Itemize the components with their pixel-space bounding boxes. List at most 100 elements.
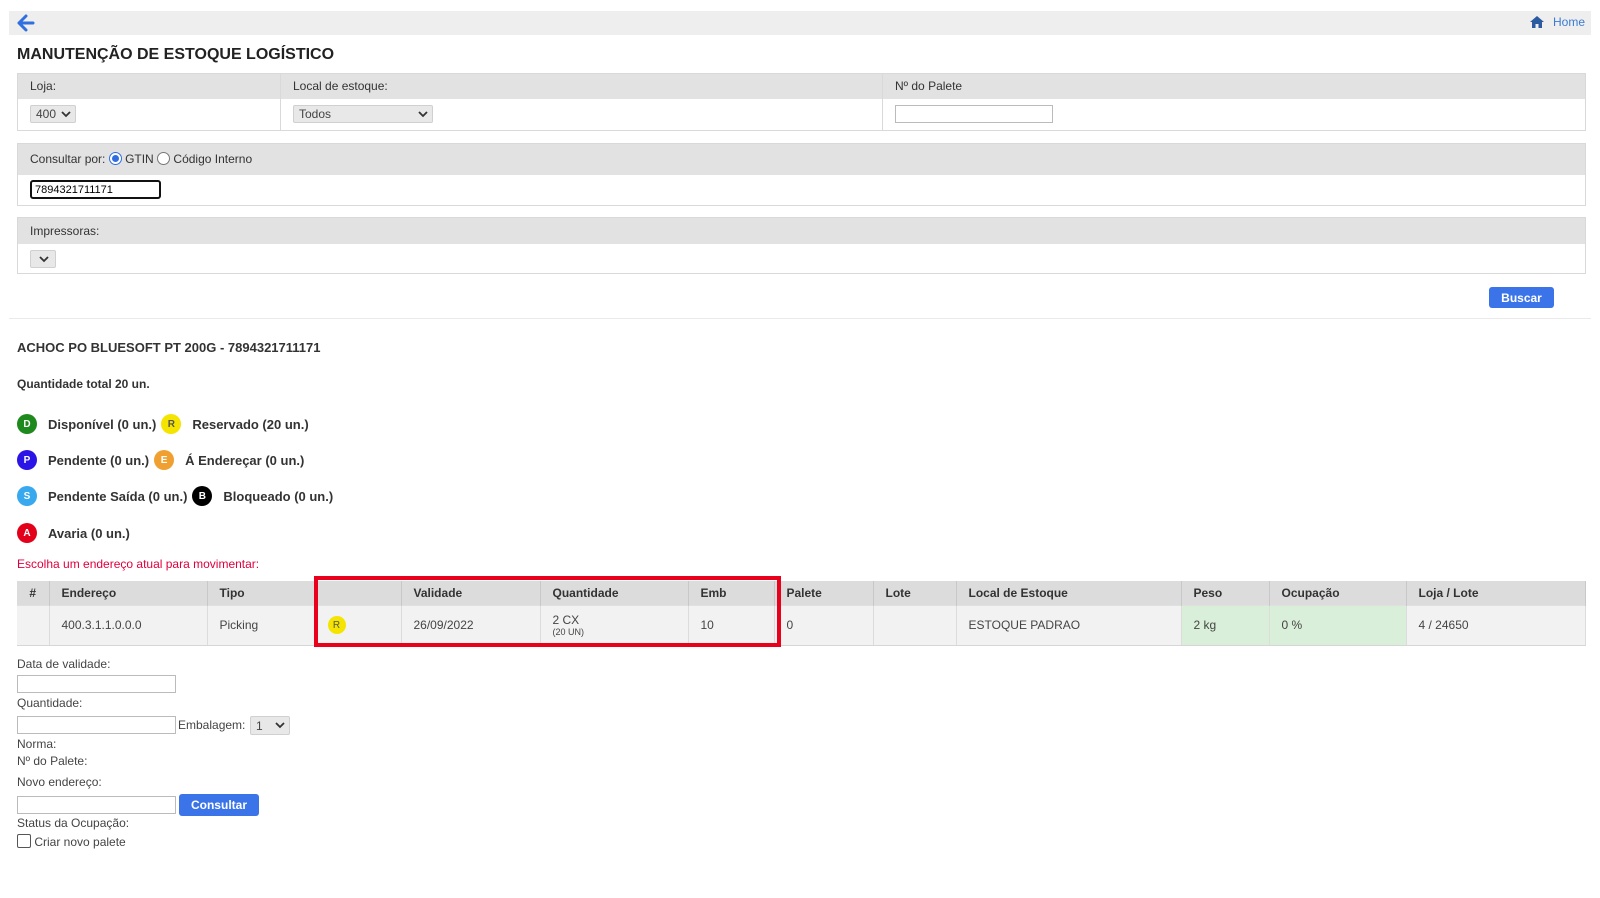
legend-pendente-saida: Pendente Saída (0 un.) [48, 488, 188, 504]
legend-bloqueado: Bloqueado (0 un.) [223, 488, 334, 504]
cell-peso: 2 kg [1181, 604, 1270, 646]
divider [9, 318, 1591, 319]
status-ocupacao-label: Status da Ocupação: [17, 816, 130, 830]
nro-palete-label: Nº do Palete: [17, 754, 88, 768]
criar-palete-row: Criar novo palete [17, 834, 126, 849]
consultar-button[interactable]: Consultar [179, 794, 259, 816]
col-header-ocupacao: Ocupação [1269, 581, 1407, 605]
novo-endereco-input[interactable] [17, 796, 176, 814]
data-validade-label: Data de validade: [17, 657, 111, 671]
stock-table: # Endereço Tipo Validade Quantidade Emb … [17, 581, 1586, 646]
norma-label: Norma: [17, 737, 57, 751]
legend-row-2: P Pendente (0 un.) E Á Endereçar (0 un.) [17, 450, 304, 470]
embalagem-select[interactable]: 1 [250, 716, 290, 735]
chevron-down-icon [275, 722, 285, 729]
chevron-down-icon [418, 110, 428, 117]
legend-enderecar: Á Endereçar (0 un.) [185, 452, 305, 468]
loja-label: Loja: [18, 74, 280, 99]
table-header-row: # Endereço Tipo Validade Quantidade Emb … [17, 581, 1586, 605]
consulta-panel: Consultar por: GTIN Código Interno [17, 143, 1586, 206]
cell-tipo: Picking [207, 604, 316, 646]
reservado-badge-icon: R [161, 414, 182, 434]
col-header-tipo: Tipo [207, 581, 316, 605]
col-header-emb: Emb [688, 581, 775, 605]
home-label[interactable]: Home [1553, 15, 1585, 29]
cell-lote [873, 604, 957, 646]
cell-endereco[interactable]: 400.3.1.1.0.0.0 [49, 604, 208, 646]
buscar-button[interactable]: Buscar [1489, 287, 1554, 308]
local-estoque-select[interactable]: Todos [293, 105, 433, 123]
criar-palete-checkbox[interactable] [17, 834, 31, 848]
legend-row-1: D Disponível (0 un.) R Reservado (20 un.… [17, 414, 309, 434]
choose-address-label: Escolha um endereço atual para movimenta… [17, 557, 260, 571]
page-title: MANUTENÇÃO DE ESTOQUE LOGÍSTICO [17, 46, 335, 63]
consulta-header: Consultar por: GTIN Código Interno [18, 144, 1585, 175]
reservado-status-icon: R [327, 616, 346, 634]
legend-disponivel: Disponível (0 un.) [48, 416, 157, 432]
legend-pendente: Pendente (0 un.) [48, 452, 150, 468]
codigo-interno-label: Código Interno [173, 152, 253, 166]
bloqueado-badge-icon: B [192, 486, 213, 506]
col-header-loja-lote: Loja / Lote [1406, 581, 1586, 605]
total-quantity: Quantidade total 20 un. [17, 377, 150, 391]
col-header-palete: Palete [774, 581, 874, 605]
quantidade-sub: (20 UN) [552, 627, 585, 637]
cell-status: R [315, 604, 402, 646]
col-header-num: # [17, 581, 50, 605]
palete-label: Nº do Palete [883, 74, 1585, 99]
home-link[interactable]: Home [1529, 15, 1585, 29]
filter-panel: Loja: 400 Local de estoque: Todos Nº do … [17, 73, 1586, 131]
col-header-quantidade: Quantidade [540, 581, 689, 605]
table-row[interactable]: 400.3.1.1.0.0.0 Picking R 26/09/2022 2 C… [17, 604, 1586, 646]
avaria-badge-icon: A [17, 523, 37, 543]
quantidade-input[interactable] [17, 716, 176, 734]
cell-num [17, 604, 50, 646]
impressoras-select[interactable] [30, 250, 56, 268]
gtin-input[interactable] [30, 180, 161, 199]
gtin-radio[interactable] [108, 152, 122, 165]
pendente-saida-badge-icon: S [17, 486, 37, 506]
loja-select[interactable]: 400 [30, 105, 76, 123]
cell-emb: 10 [688, 604, 775, 646]
local-estoque-value: Todos [299, 107, 332, 121]
embalagem-value: 1 [256, 718, 263, 733]
criar-palete-label[interactable]: Criar novo palete [34, 835, 125, 849]
consultar-por-label: Consultar por: [30, 152, 106, 166]
palete-column: Nº do Palete [883, 74, 1585, 130]
novo-endereco-label: Novo endereço: [17, 775, 102, 789]
local-column: Local de estoque: Todos [281, 74, 883, 130]
palete-input[interactable] [895, 105, 1053, 123]
col-header-local: Local de Estoque [956, 581, 1182, 605]
home-icon [1529, 16, 1544, 28]
pendente-badge-icon: P [17, 450, 37, 470]
impressoras-panel: Impressoras: [17, 217, 1586, 274]
chevron-down-icon [38, 255, 49, 262]
col-header-validade: Validade [401, 581, 541, 605]
chevron-down-icon [61, 110, 71, 117]
enderecar-badge-icon: E [154, 450, 175, 470]
col-header-peso: Peso [1181, 581, 1270, 605]
quantidade-label: Quantidade: [17, 696, 83, 710]
col-header-endereco: Endereço [49, 581, 208, 605]
impressoras-label: Impressoras: [18, 218, 1585, 244]
codigo-interno-radio[interactable] [157, 152, 171, 165]
gtin-label: GTIN [125, 152, 154, 166]
data-validade-input[interactable] [17, 675, 176, 693]
loja-select-value: 400 [36, 107, 57, 121]
col-header-status [315, 581, 402, 605]
local-estoque-label: Local de estoque: [281, 74, 882, 99]
legend-row-3: S Pendente Saída (0 un.) B Bloqueado (0 … [17, 486, 333, 506]
loja-column: Loja: 400 [18, 74, 281, 130]
legend-avaria: Avaria (0 un.) [48, 525, 130, 541]
cell-validade: 26/09/2022 [401, 604, 541, 646]
col-header-lote: Lote [873, 581, 957, 605]
disponivel-badge-icon: D [17, 414, 37, 434]
top-bar: Home [9, 11, 1591, 35]
back-arrow-icon[interactable] [17, 14, 35, 32]
cell-palete: 0 [774, 604, 874, 646]
cell-quantidade: 2 CX (20 UN) [540, 604, 689, 646]
cell-ocupacao: 0 % [1269, 604, 1407, 646]
legend-reservado: Reservado (20 un.) [192, 416, 309, 432]
cell-loja-lote: 4 / 24650 [1406, 604, 1586, 646]
quantidade-main: 2 CX [552, 613, 580, 627]
